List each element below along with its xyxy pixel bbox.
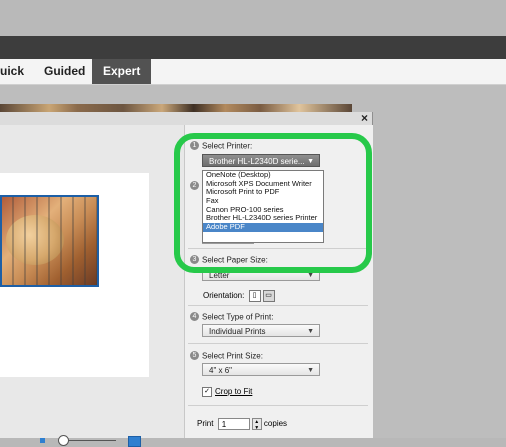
divider [188,343,368,344]
step-number: 3 [190,255,199,265]
divider [188,405,368,406]
select-printer-heading: 1 Select Printer: [190,141,378,151]
app-header-bar [0,36,506,59]
paper-size-dropdown[interactable]: Letter ▼ [202,268,320,281]
preview-photo[interactable] [0,195,99,287]
copies-stepper[interactable]: ▲ ▼ [251,418,262,431]
copies-row: Print 1 ▲ ▼ copies [197,418,288,431]
paper-size-value: Letter [209,271,230,280]
printer-option[interactable]: Microsoft XPS Document Writer [203,180,323,189]
step-number: 1 [190,141,199,151]
step-number: 5 [190,351,199,361]
orientation-label: Orientation: [203,291,245,301]
copies-input[interactable]: 1 [217,418,250,430]
copies-label: copies [263,419,288,429]
divider [188,305,368,306]
paper-size-label: Select Paper Size: [202,255,268,265]
printer-option[interactable]: Canon PRO-100 series [203,206,323,215]
print-type-value: Individual Prints [209,327,266,336]
select-printer-label: Select Printer: [202,141,253,151]
divider [188,248,368,249]
print-size-label: Select Print Size: [202,351,263,361]
checkbox-check-icon: ✓ [202,387,212,397]
portrait-icon[interactable]: ▯ [248,290,261,302]
tab-quick[interactable]: uick [0,59,24,84]
background-photo-strip [0,104,352,112]
crate-bars [2,197,97,285]
zoom-slider-handle[interactable] [58,435,69,446]
printer-option[interactable]: OneNote (Desktop) [203,171,323,180]
printer-dropdown[interactable]: Brother HL-L2340D serie... ▼ [202,154,320,167]
step-number: 4 [190,312,199,322]
printer-option[interactable]: Microsoft Print to PDF [203,188,323,197]
orientation-row: Orientation: ▯ ▭ [203,290,275,302]
chevron-down-icon: ▼ [307,367,314,374]
crop-to-fit-checkbox[interactable]: ✓ Crop to Fit [202,387,252,397]
zoom-track[interactable] [64,440,116,441]
zoom-control [40,435,150,447]
close-icon[interactable]: × [361,111,368,125]
crop-to-fit-label: Crop to Fit [215,387,253,397]
top-window-area [0,0,506,36]
print-type-heading: 4 Select Type of Print: [190,312,378,322]
tab-guided[interactable]: Guided [44,59,85,84]
print-preview-area [0,125,184,447]
landscape-icon[interactable]: ▭ [262,290,275,302]
print-type-label: Select Type of Print: [202,312,274,322]
chevron-down-icon: ▼ [307,272,314,279]
printer-option[interactable]: Brother HL-L2340D series Printer [203,214,323,223]
printer-dropdown-value: Brother HL-L2340D serie... [209,157,305,166]
printer-option[interactable]: Fax [203,197,323,206]
chevron-down-icon: ▼ [307,158,314,165]
dialog-titlebar: × [0,111,372,126]
step-number: 2 [190,181,199,191]
print-type-dropdown[interactable]: Individual Prints ▼ [202,324,320,337]
print-size-heading: 5 Select Print Size: [190,351,378,361]
mode-tabs: uick Guided Expert [0,59,506,85]
printer-options-list: OneNote (Desktop) Microsoft XPS Document … [202,170,324,243]
tab-expert[interactable]: Expert [92,59,152,84]
printer-option[interactable]: Adobe PDF [203,223,323,232]
chevron-down-icon: ▼ [307,328,314,335]
zoom-out-icon[interactable] [40,438,45,443]
print-size-value: 4" x 6" [209,366,233,375]
paper-size-heading: 3 Select Paper Size: [190,255,378,265]
print-size-dropdown[interactable]: 4" x 6" ▼ [202,363,320,376]
print-label: Print [197,419,214,429]
